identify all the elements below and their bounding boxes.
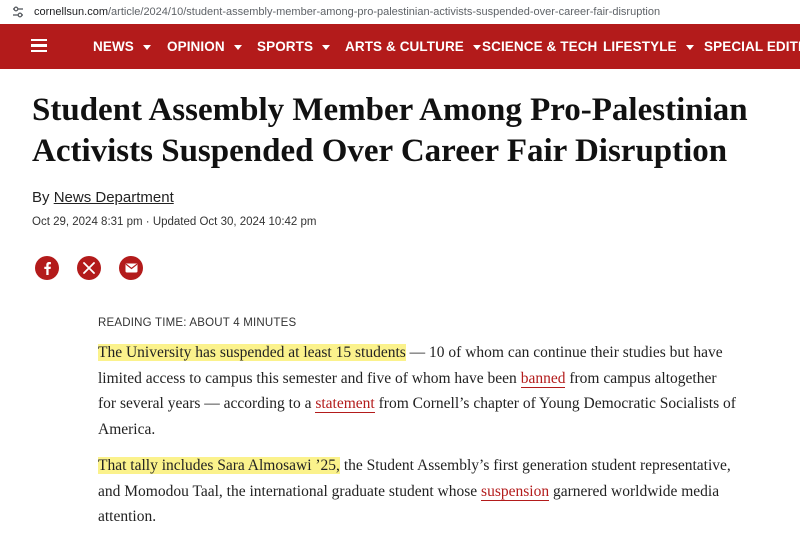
publish-dates: Oct 29, 2024 8:31 pm · Updated Oct 30, 2… [32, 216, 317, 228]
nav-item-label: SCIENCE & TECH [482, 39, 598, 54]
share-facebook-button[interactable] [35, 256, 59, 280]
main-navigation: NEWS OPINION SPORTS ARTS & CULTURE SCIEN… [0, 24, 800, 69]
author-link[interactable]: News Department [54, 189, 174, 206]
chevron-down-icon [685, 44, 694, 50]
nav-item-sports[interactable]: SPORTS [257, 24, 331, 69]
url-host: cornellsun.com [34, 6, 108, 18]
nav-item-opinion[interactable]: OPINION [167, 24, 242, 69]
article-headline: Student Assembly Member Among Pro-Palest… [32, 92, 748, 169]
facebook-icon [44, 262, 51, 275]
byline-prefix: By [32, 189, 50, 206]
share-email-button[interactable] [119, 256, 143, 280]
nav-item-arts-culture[interactable]: ARTS & CULTURE [345, 24, 481, 69]
nav-item-lifestyle[interactable]: LIFESTYLE [603, 24, 694, 69]
highlighted-text: That tally includes Sara Almosawi ’25, [98, 457, 340, 474]
nav-item-label: LIFESTYLE [603, 39, 677, 54]
statement-link[interactable]: statement [315, 395, 375, 413]
nav-item-label: ARTS & CULTURE [345, 39, 464, 54]
x-icon [83, 262, 95, 274]
email-icon [125, 263, 137, 273]
reading-time: READING TIME: ABOUT 4 MINUTES [98, 317, 297, 329]
address-bar[interactable]: cornellsun.com/article/2024/10/student-a… [0, 0, 800, 25]
nav-item-special-edition[interactable]: SPECIAL EDITION [704, 24, 800, 69]
hamburger-menu-icon[interactable] [31, 39, 47, 52]
banned-link[interactable]: banned [520, 369, 566, 388]
share-x-button[interactable] [77, 256, 101, 280]
byline: By News Department [32, 189, 174, 206]
nav-item-science-tech[interactable]: SCIENCE & TECH [482, 24, 597, 69]
suspension-link[interactable]: suspension [481, 482, 550, 501]
highlighted-text: The University has suspended at least 15… [98, 344, 406, 361]
nav-item-news[interactable]: NEWS [93, 24, 151, 69]
chevron-down-icon [472, 44, 481, 50]
article-paragraph-1: The University has suspended at least 15… [98, 340, 738, 442]
site-settings-icon[interactable] [11, 5, 25, 19]
nav-item-label: NEWS [93, 39, 134, 54]
url-path: /article/2024/10/student-assembly-member… [107, 6, 661, 18]
nav-item-label: SPORTS [257, 39, 314, 54]
chevron-down-icon [142, 44, 151, 50]
url-text[interactable]: cornellsun.com/article/2024/10/student-a… [34, 6, 660, 18]
nav-item-label: OPINION [167, 39, 225, 54]
article-paragraph-2: That tally includes Sara Almosawi ’25, t… [98, 453, 738, 530]
chevron-down-icon [322, 44, 331, 50]
chevron-down-icon [233, 44, 242, 50]
nav-item-label: SPECIAL EDITION [704, 39, 800, 54]
